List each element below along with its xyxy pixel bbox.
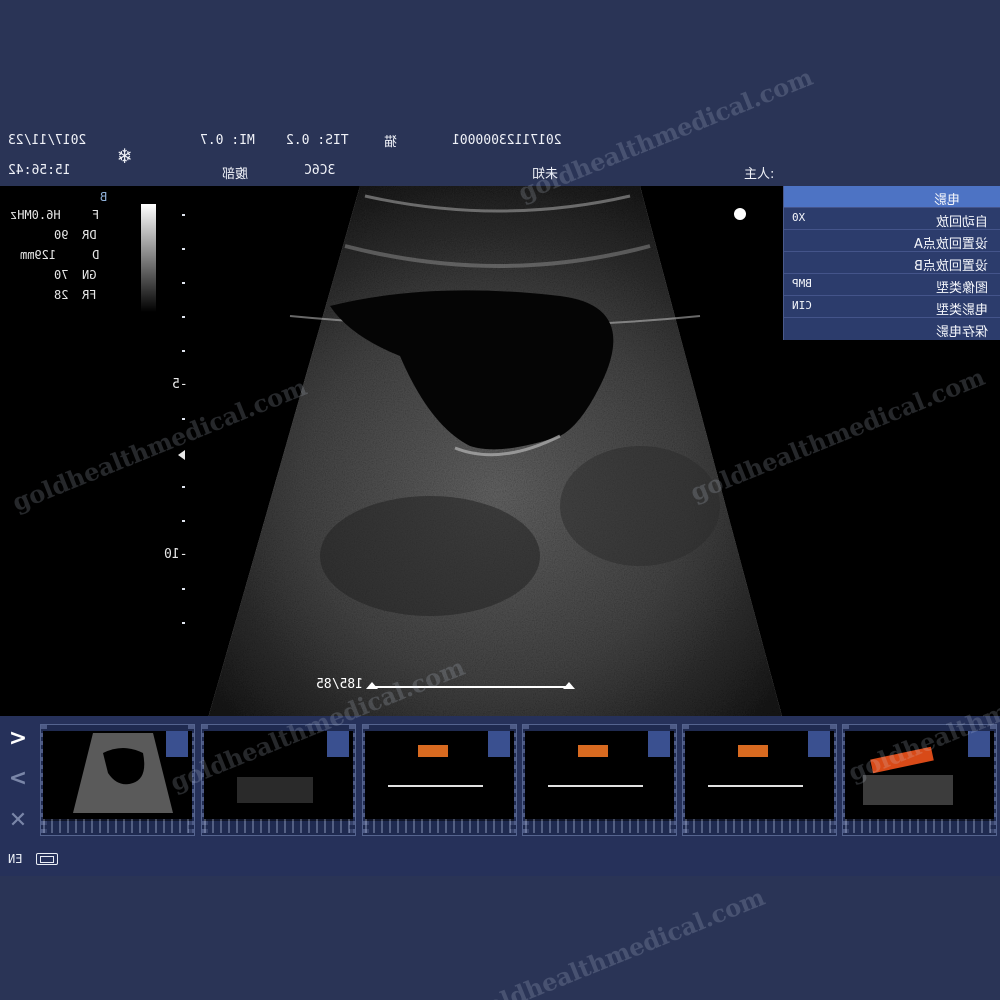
param-gn-key: GN [82,268,97,282]
probe-orientation-dot [734,208,746,220]
patient-name: 未知 [532,167,559,182]
thumbnail[interactable] [522,724,677,836]
cine-point-b-marker[interactable] [563,682,575,689]
depth-tick [182,588,185,590]
param-fr-value: 28 [54,288,69,302]
mi-value: MI: 0.7 [200,133,255,148]
cine-frame-counter: 185/85 [316,677,363,692]
chevron-right-icon[interactable]: > [6,726,30,752]
thumbnail[interactable] [40,724,195,836]
tis-value: TIS: 0.2 [286,133,349,148]
menu-item-cine-type[interactable]: CIN 电影类型 [784,296,1000,318]
param-fr-key: FR [82,288,97,302]
exam-type: 腹部 [222,167,249,182]
exam-date: 2017/11/23 [8,133,87,148]
thumbnail-strip: > < ✕ [0,716,1000,846]
depth-tick [182,486,185,488]
menu-item-save-cine[interactable]: 保存电影 [784,318,1000,340]
param-dr-key: DR [82,228,97,242]
imaging-mode: B [100,190,108,204]
input-method-label: EN [8,852,23,866]
thumbnail-scan [73,733,173,813]
depth-tick [182,622,185,624]
menu-item-set-point-b[interactable]: 设置回放点B [784,252,1000,274]
probe-name: 3C6C [304,163,336,178]
param-d-value: 129mm [20,248,57,262]
cine-menu-title[interactable]: 电影 [784,186,1000,208]
cine-point-a-marker[interactable] [366,682,378,689]
param-gn-value: 70 [54,268,69,282]
depth-tick [182,418,185,420]
snowflake-icon[interactable]: ❄ [118,144,131,169]
param-dr-value: 90 [54,228,69,242]
depth-tick [182,248,185,250]
thumbnail[interactable] [201,724,356,836]
hospital-name: 猫 [384,135,398,150]
focus-marker-icon[interactable] [178,450,185,460]
grayscale-bar [141,204,156,312]
param-d-key: D [92,248,100,262]
menu-item-set-point-a[interactable]: 设置回放点A [784,230,1000,252]
depth-label-10: -10 [164,547,188,562]
param-f-value: H6.0MHz [10,208,61,222]
depth-label-5: -5 [172,377,188,392]
depth-tick [182,316,185,318]
depth-tick [182,214,185,216]
menu-item-image-type[interactable]: BMP 图像类型 [784,274,1000,296]
param-f-key: F [92,208,100,222]
thumbnail[interactable] [362,724,517,836]
watermark: goldhealthmedical.com [466,882,769,1000]
menu-item-auto-play[interactable]: X0 自动回放 [784,208,1000,230]
depth-tick [182,282,185,284]
patient-id: 20171123000001 [452,133,562,148]
doctor-label: 主人: [744,167,775,182]
depth-tick [182,350,185,352]
depth-tick [182,520,185,522]
status-bar [0,846,1000,876]
battery-icon [36,853,58,865]
thumbnail[interactable] [682,724,837,836]
cine-slider-track[interactable] [372,686,572,688]
exam-time: 15:56:42 [8,163,71,178]
close-icon[interactable]: ✕ [6,808,30,834]
cine-menu: 电影 X0 自动回放 设置回放点A 设置回放点B BMP 图像类型 CIN 电影… [783,186,1000,340]
thumbnail[interactable] [842,724,997,836]
chevron-left-icon[interactable]: < [6,766,30,792]
